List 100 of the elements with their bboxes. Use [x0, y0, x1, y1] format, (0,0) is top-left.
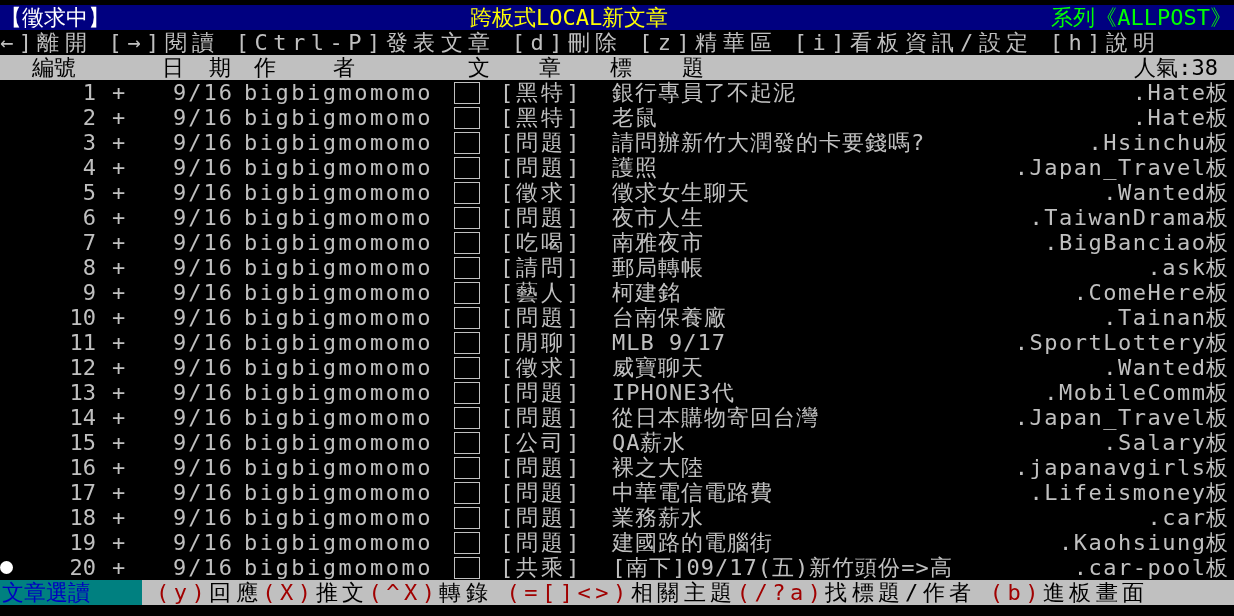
post-number: 7: [81, 230, 96, 255]
post-title: 徵求女生聊天: [612, 180, 750, 205]
post-date: 9/16: [172, 105, 234, 130]
command-key: (y): [156, 580, 210, 605]
post-title: MLB 9/17: [612, 330, 726, 355]
post-mark: +: [112, 230, 127, 255]
post-mark: +: [112, 105, 127, 130]
board-name: .SportLottery板: [1014, 330, 1231, 355]
board-name: .Japan_Travel板: [1014, 155, 1231, 180]
board-name: .TaiwanDrama板: [1029, 205, 1231, 230]
post-number: 5: [81, 180, 96, 205]
post-number: 6: [81, 205, 96, 230]
post-category: [問題]: [500, 155, 584, 180]
post-mark: +: [112, 80, 127, 105]
post-author: bigbigmomomo: [244, 380, 434, 405]
post-date: 9/16: [172, 505, 234, 530]
box-icon: [454, 406, 480, 429]
post-number: 16: [68, 455, 96, 480]
board-name: .Tainan板: [1103, 305, 1231, 330]
command-hint: [z]精華區: [638, 30, 778, 55]
board-name: .car板: [1147, 505, 1231, 530]
command-key: (^X): [368, 580, 440, 605]
post-date: 9/16: [172, 430, 234, 455]
post-date: 9/16: [172, 180, 234, 205]
post-mark: +: [112, 480, 127, 505]
box-icon: [454, 231, 480, 254]
post-mark: +: [112, 380, 127, 405]
window-title: 跨板式LOCAL新文章: [470, 5, 670, 30]
post-category: [黑特]: [500, 80, 584, 105]
post-mark: +: [112, 305, 127, 330]
box-icon: [454, 306, 480, 329]
post-number: 17: [68, 480, 96, 505]
post-author: bigbigmomomo: [244, 405, 434, 430]
box-icon: [454, 131, 480, 154]
post-mark: +: [112, 180, 127, 205]
post-author: bigbigmomomo: [244, 105, 434, 130]
post-title: 建國路的電腦街: [612, 530, 773, 555]
post-author: bigbigmomomo: [244, 180, 434, 205]
post-title: 老鼠: [612, 105, 658, 130]
box-icon: [454, 181, 480, 204]
post-number: 9: [81, 280, 96, 305]
post-date: 9/16: [172, 80, 234, 105]
post-title: 護照: [612, 155, 658, 180]
post-category: [問題]: [500, 205, 584, 230]
post-mark: +: [112, 455, 127, 480]
post-author: bigbigmomomo: [244, 555, 434, 580]
post-date: 9/16: [172, 130, 234, 155]
box-icon: [454, 256, 480, 279]
post-category: [問題]: [500, 380, 584, 405]
board-name: .car-pool板: [1073, 555, 1231, 580]
column-label: 日 期: [162, 55, 239, 80]
mode-label: 文章選讀: [0, 580, 142, 605]
popularity-label: 人氣:38: [1134, 55, 1219, 80]
board-name: .Japan_Travel板: [1014, 405, 1231, 430]
column-label: 作 者: [254, 55, 379, 80]
box-icon: [454, 81, 480, 104]
post-date: 9/16: [172, 280, 234, 305]
post-date: 9/16: [172, 330, 234, 355]
post-category: [問題]: [500, 480, 584, 505]
board-name: .Lifeismoney板: [1029, 480, 1231, 505]
post-mark: +: [112, 280, 127, 305]
post-category: [吃喝]: [500, 230, 584, 255]
post-title: 南雅夜市: [612, 230, 704, 255]
post-category: [請問]: [500, 255, 584, 280]
post-number: 12: [68, 355, 96, 380]
board-name: .MobileComm板: [1044, 380, 1231, 405]
post-number: 15: [68, 430, 96, 455]
post-date: 9/16: [172, 205, 234, 230]
post-category: [問題]: [500, 305, 584, 330]
post-category: [問題]: [500, 405, 584, 430]
post-mark: +: [112, 355, 127, 380]
column-label: 文 章 標 題: [468, 55, 722, 80]
command-hint: [Ctrl-P]發表文章: [235, 30, 496, 55]
post-title: IPHONE3代: [612, 380, 735, 405]
post-title: 夜市人生: [612, 205, 704, 230]
command-hint: [→]閱讀: [108, 30, 220, 55]
command-key: (=[]<>): [506, 580, 631, 605]
command-key: (X): [262, 580, 316, 605]
post-mark: +: [112, 505, 127, 530]
post-author: bigbigmomomo: [244, 330, 434, 355]
post-mark: +: [112, 405, 127, 430]
post-category: [黑特]: [500, 105, 584, 130]
post-date: 9/16: [172, 530, 234, 555]
box-icon: [454, 456, 480, 479]
column-label: 編號: [32, 55, 77, 80]
post-mark: +: [112, 255, 127, 280]
post-category: [問題]: [500, 505, 584, 530]
post-author: bigbigmomomo: [244, 155, 434, 180]
command-hint: [d]刪除: [511, 30, 623, 55]
command-label: 推文: [315, 580, 369, 605]
post-title: 裸之大陸: [612, 455, 704, 480]
board-name: .BigBanciao板: [1044, 230, 1231, 255]
command-label: 找標題/作者: [825, 580, 976, 605]
post-title: 柯建銘: [612, 280, 681, 305]
post-date: 9/16: [172, 405, 234, 430]
post-author: bigbigmomomo: [244, 230, 434, 255]
post-mark: +: [112, 555, 127, 580]
post-number: 3: [81, 130, 96, 155]
box-icon: [454, 506, 480, 529]
command-label: 轉錄: [439, 580, 493, 605]
